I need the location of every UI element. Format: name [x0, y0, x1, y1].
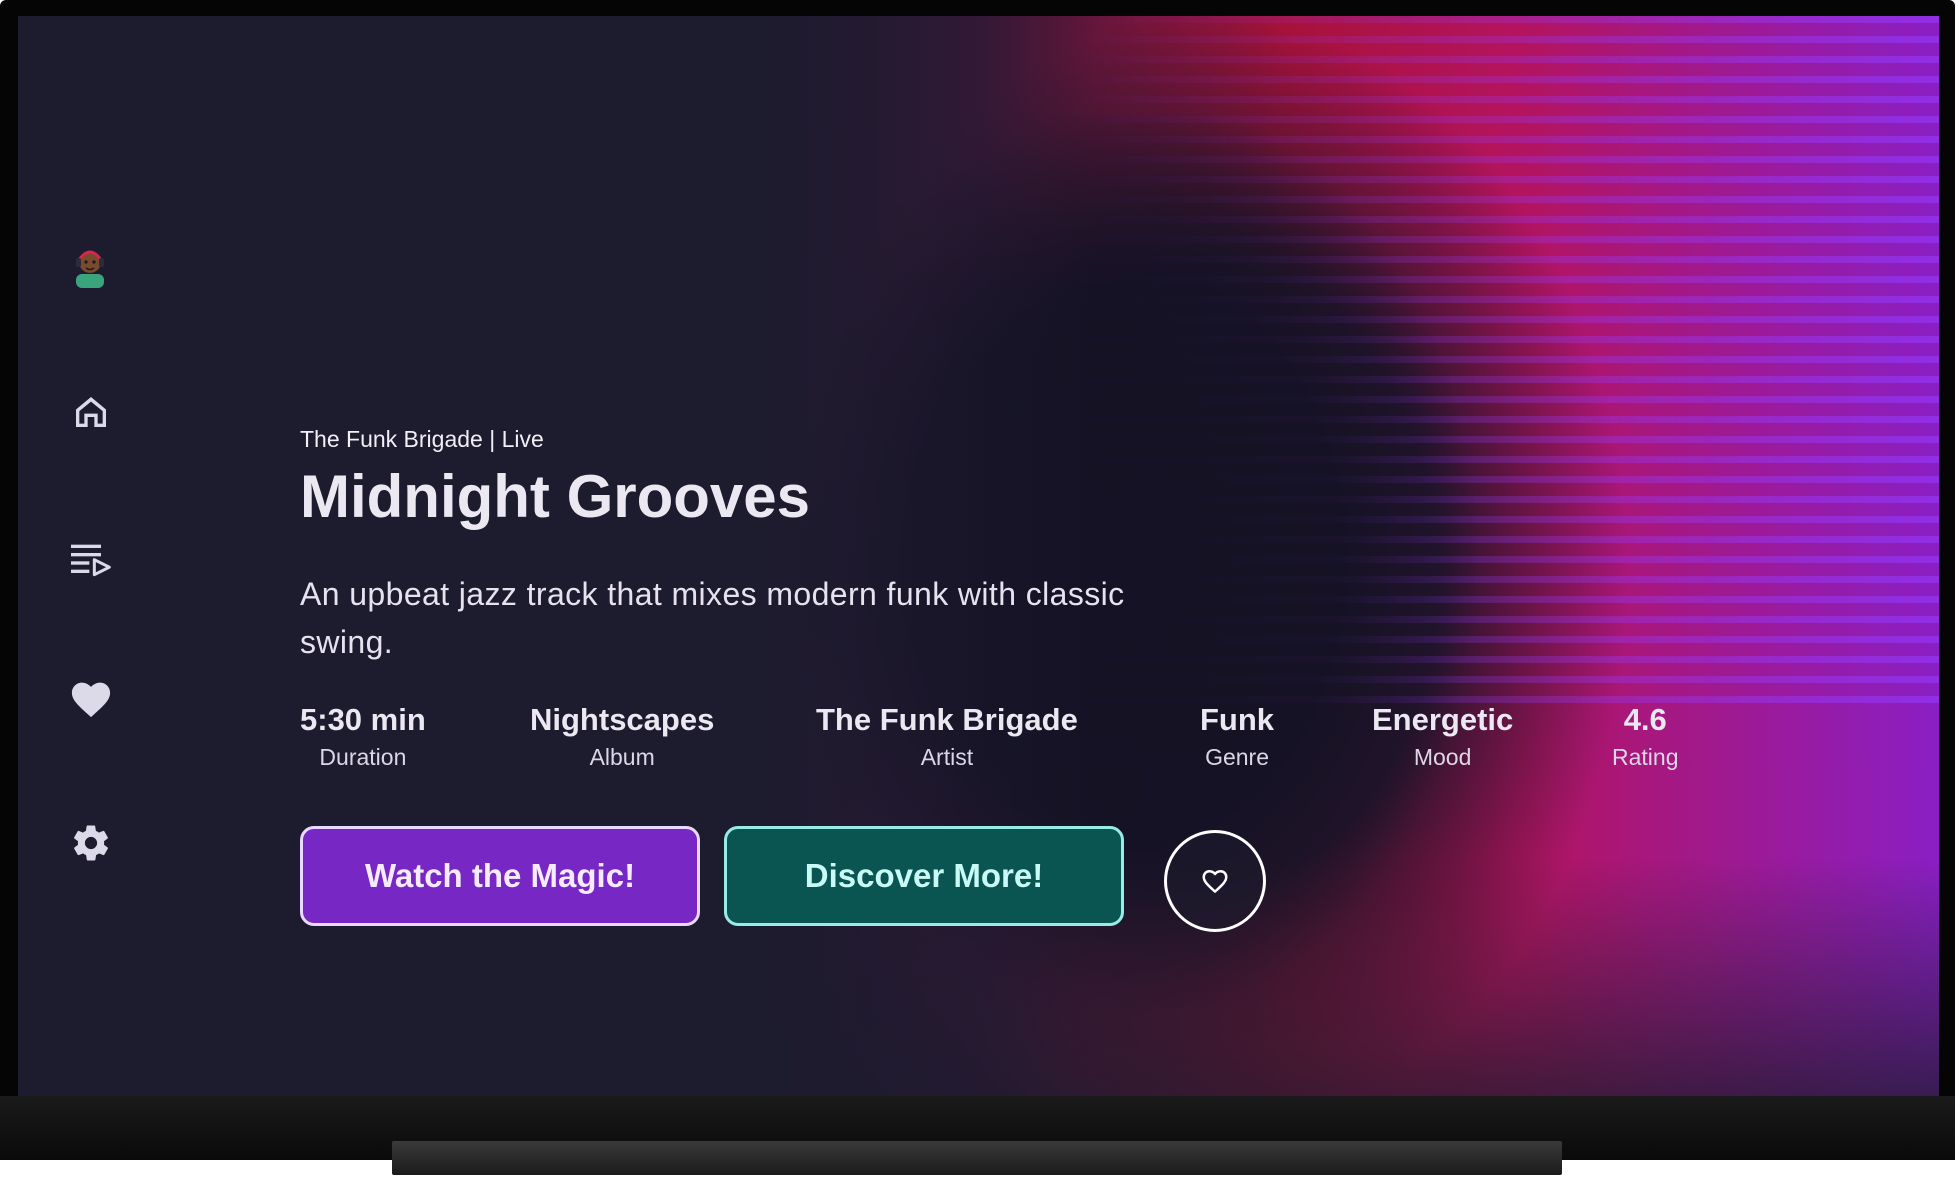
nav-playlist[interactable] [68, 535, 114, 581]
tv-screen: The Funk Brigade | Live Midnight Grooves… [18, 16, 1939, 1096]
tv-stand [392, 1141, 1562, 1175]
stat-value: Energetic [1372, 702, 1514, 737]
nav-settings[interactable] [68, 820, 114, 866]
stat-label: Album [589, 744, 655, 770]
stat-value: 5:30 min [300, 702, 426, 737]
avatar-illustration [76, 250, 104, 288]
stat-label: Artist [920, 744, 974, 770]
track-subtitle: The Funk Brigade | Live [300, 426, 544, 452]
stat-value: Funk [1200, 702, 1275, 737]
stat-label: Duration [319, 744, 407, 770]
user-avatar[interactable] [70, 242, 110, 288]
stat-label: Genre [1205, 744, 1269, 770]
stat-artist: The Funk Brigade Artist [816, 702, 1078, 771]
stat-rating: 4.6 Rating [1612, 702, 1678, 771]
stat-mood: Energetic Mood [1372, 702, 1513, 771]
discover-more-button[interactable]: Discover More! [724, 826, 1124, 926]
nav-home[interactable] [68, 389, 114, 435]
stat-duration: 5:30 min Duration [300, 702, 426, 771]
stat-genre: Funk Genre [1200, 702, 1274, 771]
home-icon [76, 397, 106, 427]
stat-value: 4.6 [1623, 702, 1667, 737]
watch-button[interactable]: Watch the Magic! [300, 826, 700, 926]
playlist-icon [71, 544, 111, 577]
nav-favorites[interactable] [68, 676, 114, 722]
favorite-button[interactable] [1164, 830, 1266, 932]
stat-label: Mood [1413, 744, 1472, 770]
stat-album: Nightscapes Album [530, 702, 714, 771]
navigation-rail [18, 16, 168, 1096]
heart-icon [71, 682, 111, 718]
stat-value: Nightscapes [530, 702, 715, 737]
heart-outline-icon [1202, 870, 1228, 893]
settings-icon [74, 825, 108, 861]
track-description: An upbeat jazz track that mixes modern f… [300, 576, 1125, 660]
stat-label: Rating [1612, 744, 1679, 770]
track-stats: 5:30 min Duration Nightscapes Album The … [300, 702, 1700, 782]
stat-value: The Funk Brigade [816, 702, 1078, 737]
track-title: Midnight Grooves [300, 463, 810, 530]
